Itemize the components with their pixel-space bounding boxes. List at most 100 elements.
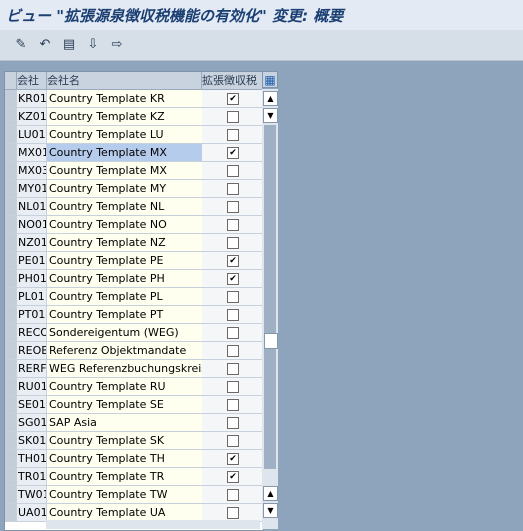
select-all-header[interactable] <box>5 72 17 90</box>
scroll-track[interactable] <box>264 125 276 469</box>
row-selector[interactable] <box>5 270 17 288</box>
extended-wht-checkbox[interactable] <box>227 147 239 159</box>
row-selector[interactable] <box>5 432 17 450</box>
table-row[interactable]: PE01 Country Template PE <box>5 252 263 270</box>
table-row[interactable]: NO01 Country Template NO <box>5 216 263 234</box>
extended-wht-checkbox[interactable] <box>227 453 239 465</box>
row-selector[interactable] <box>5 360 17 378</box>
column-header-code[interactable]: 会社 <box>17 72 47 90</box>
company-code-cell: MX01 <box>17 144 47 162</box>
column-header-extended-wht[interactable]: 拡張徴収税 <box>202 72 263 90</box>
table-row[interactable]: RU01 Country Template RU <box>5 378 263 396</box>
vertical-scrollbar[interactable]: ▲ ▼ ▲ ▼ <box>262 89 278 529</box>
table-row[interactable]: MY01 Country Template MY <box>5 180 263 198</box>
scroll-down-button[interactable]: ▼ <box>263 108 278 123</box>
extended-wht-checkbox[interactable] <box>227 345 239 357</box>
column-header-name[interactable]: 会社名 <box>47 72 202 90</box>
column-settings-icon[interactable]: ▦ <box>262 71 278 88</box>
extended-wht-checkbox[interactable] <box>227 381 239 393</box>
row-selector[interactable] <box>5 126 17 144</box>
table-row[interactable]: RECO Sondereigentum (WEG) <box>5 324 263 342</box>
extended-wht-checkbox[interactable] <box>227 273 239 285</box>
row-selector[interactable] <box>5 144 17 162</box>
toolbar: ✎ ↶ ▤ ⇩ ⇨ <box>0 30 523 61</box>
extended-wht-cell <box>202 432 263 450</box>
extended-wht-checkbox[interactable] <box>227 327 239 339</box>
table-row[interactable]: REOB Referenz Objektmandate <box>5 342 263 360</box>
row-selector[interactable] <box>5 468 17 486</box>
table-row[interactable]: MX03 Country Template MX <box>5 162 263 180</box>
table-row[interactable]: RERF WEG Referenzbuchungskreis <box>5 360 263 378</box>
table-row[interactable]: TR01 Country Template TR <box>5 468 263 486</box>
extended-wht-checkbox[interactable] <box>227 129 239 141</box>
undo-icon[interactable]: ↶ <box>36 36 54 54</box>
row-selector[interactable] <box>5 324 17 342</box>
scroll-up-button[interactable]: ▲ <box>263 91 278 106</box>
extended-wht-cell <box>202 198 263 216</box>
extended-wht-checkbox[interactable] <box>227 417 239 429</box>
scroll-page-down-button[interactable]: ▼ <box>263 503 278 518</box>
row-selector[interactable] <box>5 414 17 432</box>
table-row[interactable]: NZ01 Country Template NZ <box>5 234 263 252</box>
scroll-page-up-button[interactable]: ▲ <box>263 486 278 501</box>
extended-wht-checkbox[interactable] <box>227 111 239 123</box>
table-row[interactable]: KR01 Country Template KR <box>5 90 263 108</box>
download-icon[interactable]: ⇩ <box>84 36 102 54</box>
table-row[interactable]: PT01 Country Template PT <box>5 306 263 324</box>
extended-wht-checkbox[interactable] <box>227 165 239 177</box>
company-code-cell: MX03 <box>17 162 47 180</box>
table-row[interactable]: TH01 Country Template TH <box>5 450 263 468</box>
company-name-cell: Country Template NL <box>47 198 204 216</box>
row-selector[interactable] <box>5 180 17 198</box>
extended-wht-checkbox[interactable] <box>227 399 239 411</box>
company-code-cell: NO01 <box>17 216 47 234</box>
row-selector[interactable] <box>5 234 17 252</box>
table-row[interactable]: SG01 SAP Asia <box>5 414 263 432</box>
row-selector[interactable] <box>5 504 17 522</box>
table-row[interactable]: SK01 Country Template SK <box>5 432 263 450</box>
extended-wht-checkbox[interactable] <box>227 309 239 321</box>
row-selector[interactable] <box>5 162 17 180</box>
extended-wht-checkbox[interactable] <box>227 201 239 213</box>
company-name-cell: Country Template MX <box>47 162 204 180</box>
table-row[interactable]: SE01 Country Template SE <box>5 396 263 414</box>
row-selector[interactable] <box>5 90 17 108</box>
extended-wht-checkbox[interactable] <box>227 219 239 231</box>
company-name-cell: Country Template SK <box>47 432 204 450</box>
extended-wht-cell <box>202 378 263 396</box>
edit-glasses-icon[interactable]: ✎ <box>12 36 30 54</box>
row-selector[interactable] <box>5 108 17 126</box>
horizontal-scrollbar[interactable] <box>46 520 260 529</box>
row-selector[interactable] <box>5 252 17 270</box>
extended-wht-checkbox[interactable] <box>227 363 239 375</box>
table-row[interactable]: TW01 Country Template TW <box>5 486 263 504</box>
row-selector[interactable] <box>5 486 17 504</box>
extended-wht-checkbox[interactable] <box>227 291 239 303</box>
table-row[interactable]: PL01 Country Template PL <box>5 288 263 306</box>
extended-wht-checkbox[interactable] <box>227 489 239 501</box>
extended-wht-checkbox[interactable] <box>227 255 239 267</box>
row-selector[interactable] <box>5 306 17 324</box>
row-selector[interactable] <box>5 378 17 396</box>
extended-wht-checkbox[interactable] <box>227 93 239 105</box>
row-selector[interactable] <box>5 342 17 360</box>
table-row[interactable]: LU01 Country Template LU <box>5 126 263 144</box>
extended-wht-checkbox[interactable] <box>227 507 239 519</box>
export-icon[interactable]: ⇨ <box>108 36 126 54</box>
table-row[interactable]: KZ01 Country Template KZ <box>5 108 263 126</box>
extended-wht-cell <box>202 162 263 180</box>
scroll-thumb[interactable] <box>264 333 278 349</box>
extended-wht-checkbox[interactable] <box>227 237 239 249</box>
table-row[interactable]: MX01 Country Template MX <box>5 144 263 162</box>
extended-wht-checkbox[interactable] <box>227 471 239 483</box>
row-selector[interactable] <box>5 198 17 216</box>
table-row[interactable]: NL01 Country Template NL <box>5 198 263 216</box>
row-selector[interactable] <box>5 216 17 234</box>
row-selector[interactable] <box>5 450 17 468</box>
row-selector[interactable] <box>5 288 17 306</box>
row-selector[interactable] <box>5 396 17 414</box>
table-row[interactable]: PH01 Country Template PH <box>5 270 263 288</box>
extended-wht-checkbox[interactable] <box>227 435 239 447</box>
extended-wht-checkbox[interactable] <box>227 183 239 195</box>
save-list-icon[interactable]: ▤ <box>60 36 78 54</box>
